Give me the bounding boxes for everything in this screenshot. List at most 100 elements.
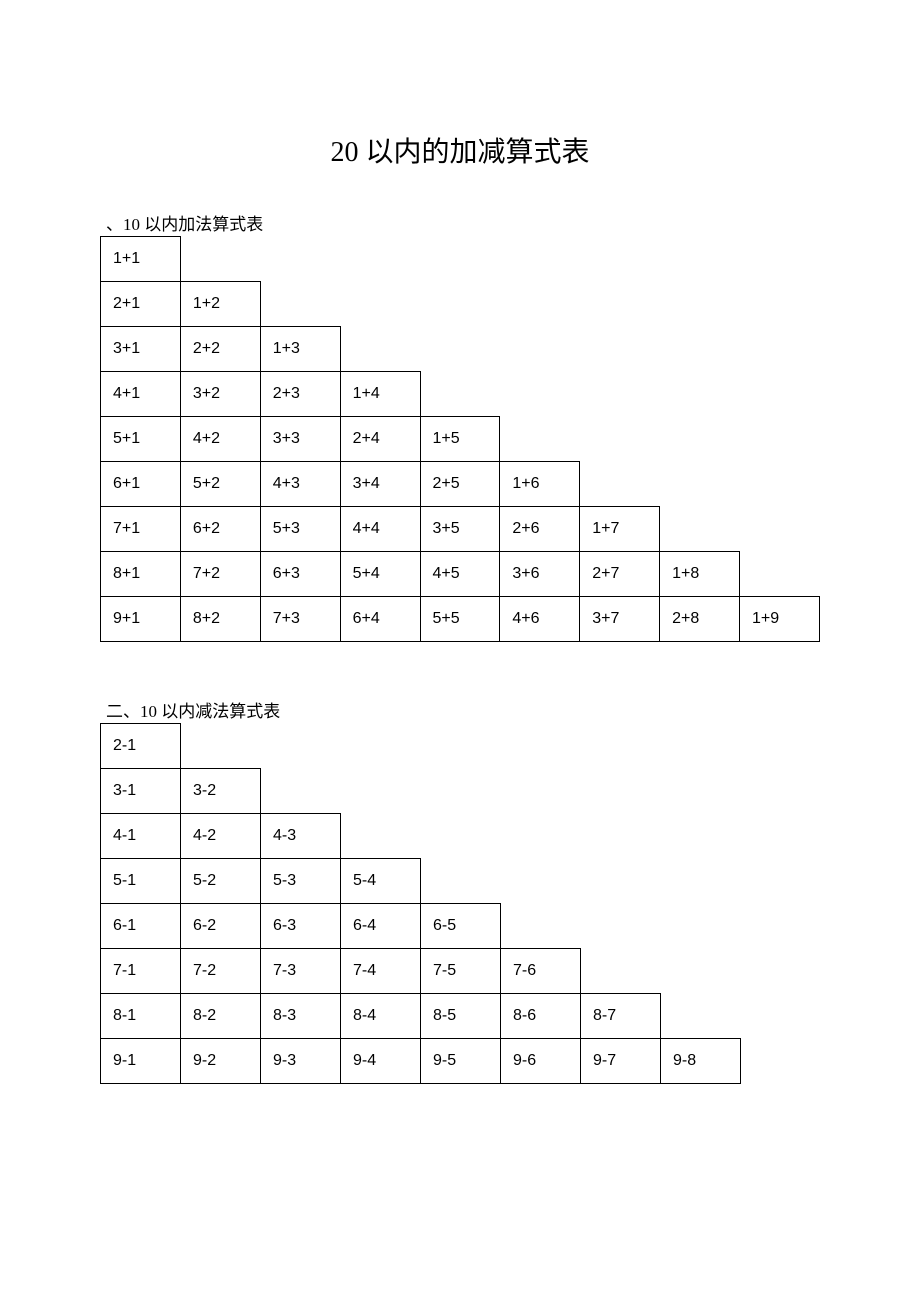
- empty-cell: [420, 237, 500, 282]
- addition-cell: 3+1: [101, 327, 181, 372]
- empty-cell: [661, 859, 741, 904]
- subtraction-cell: 3-1: [101, 769, 181, 814]
- addition-cell: 1+5: [420, 417, 500, 462]
- empty-cell: [500, 237, 580, 282]
- subtraction-cell: 6-1: [101, 904, 181, 949]
- table-row: 9+18+27+36+45+54+63+72+81+9: [101, 597, 820, 642]
- table-row: 6-16-26-36-46-5: [101, 904, 741, 949]
- empty-cell: [420, 372, 500, 417]
- empty-cell: [660, 237, 740, 282]
- subtraction-cell: 7-1: [101, 949, 181, 994]
- addition-cell: 7+3: [260, 597, 340, 642]
- subtraction-cell: 7-2: [181, 949, 261, 994]
- empty-cell: [581, 904, 661, 949]
- addition-cell: 2+3: [260, 372, 340, 417]
- subtraction-heading: 二、10 以内减法算式表: [106, 697, 820, 722]
- table-row: 6+15+24+33+42+51+6: [101, 462, 820, 507]
- table-row: 4-14-24-3: [101, 814, 741, 859]
- addition-cell: 5+1: [101, 417, 181, 462]
- table-row: 1+1: [101, 237, 820, 282]
- subtraction-cell: 8-3: [261, 994, 341, 1039]
- empty-cell: [661, 769, 741, 814]
- subtraction-cell: 4-3: [261, 814, 341, 859]
- subtraction-cell: 7-6: [501, 949, 581, 994]
- empty-cell: [580, 282, 660, 327]
- addition-cell: 2+4: [340, 417, 420, 462]
- addition-cell: 5+4: [340, 552, 420, 597]
- empty-cell: [180, 237, 260, 282]
- empty-cell: [501, 724, 581, 769]
- addition-cell: 4+5: [420, 552, 500, 597]
- empty-cell: [740, 417, 820, 462]
- empty-cell: [341, 769, 421, 814]
- empty-cell: [580, 462, 660, 507]
- empty-cell: [340, 282, 420, 327]
- table-row: 8-18-28-38-48-58-68-7: [101, 994, 741, 1039]
- empty-cell: [580, 417, 660, 462]
- addition-cell: 9+1: [101, 597, 181, 642]
- addition-cell: 1+1: [101, 237, 181, 282]
- addition-cell: 4+3: [260, 462, 340, 507]
- addition-cell: 6+2: [180, 507, 260, 552]
- addition-cell: 1+7: [580, 507, 660, 552]
- empty-cell: [740, 327, 820, 372]
- empty-cell: [661, 994, 741, 1039]
- empty-cell: [580, 327, 660, 372]
- empty-cell: [501, 859, 581, 904]
- subtraction-cell: 8-1: [101, 994, 181, 1039]
- addition-cell: 3+5: [420, 507, 500, 552]
- subtraction-cell: 7-4: [341, 949, 421, 994]
- empty-cell: [740, 552, 820, 597]
- empty-cell: [261, 769, 341, 814]
- empty-cell: [341, 724, 421, 769]
- empty-cell: [500, 417, 580, 462]
- empty-cell: [500, 327, 580, 372]
- subtraction-cell: 9-2: [181, 1039, 261, 1084]
- subtraction-cell: 4-2: [181, 814, 261, 859]
- addition-cell: 1+6: [500, 462, 580, 507]
- empty-cell: [181, 724, 261, 769]
- empty-cell: [740, 507, 820, 552]
- empty-cell: [260, 237, 340, 282]
- empty-cell: [740, 462, 820, 507]
- empty-cell: [420, 327, 500, 372]
- subtraction-cell: 4-1: [101, 814, 181, 859]
- empty-cell: [420, 282, 500, 327]
- empty-cell: [421, 859, 501, 904]
- empty-cell: [740, 372, 820, 417]
- empty-cell: [340, 237, 420, 282]
- addition-cell: 1+8: [660, 552, 740, 597]
- addition-cell: 2+1: [101, 282, 181, 327]
- addition-cell: 4+4: [340, 507, 420, 552]
- subtraction-cell: 3-2: [181, 769, 261, 814]
- empty-cell: [661, 904, 741, 949]
- empty-cell: [581, 814, 661, 859]
- addition-cell: 1+2: [180, 282, 260, 327]
- empty-cell: [581, 859, 661, 904]
- empty-cell: [660, 327, 740, 372]
- empty-cell: [661, 949, 741, 994]
- addition-cell: 7+2: [180, 552, 260, 597]
- subtraction-cell: 7-5: [421, 949, 501, 994]
- subtraction-cell: 8-6: [501, 994, 581, 1039]
- addition-cell: 2+2: [180, 327, 260, 372]
- empty-cell: [340, 327, 420, 372]
- table-row: 2-1: [101, 724, 741, 769]
- addition-cell: 1+4: [340, 372, 420, 417]
- addition-cell: 3+3: [260, 417, 340, 462]
- addition-cell: 8+1: [101, 552, 181, 597]
- subtraction-cell: 5-1: [101, 859, 181, 904]
- addition-cell: 4+2: [180, 417, 260, 462]
- addition-cell: 2+6: [500, 507, 580, 552]
- subtraction-cell: 8-7: [581, 994, 661, 1039]
- subtraction-cell: 6-2: [181, 904, 261, 949]
- empty-cell: [500, 372, 580, 417]
- addition-cell: 3+6: [500, 552, 580, 597]
- empty-cell: [660, 282, 740, 327]
- empty-cell: [660, 462, 740, 507]
- addition-cell: 3+7: [580, 597, 660, 642]
- subtraction-cell: 5-4: [341, 859, 421, 904]
- empty-cell: [421, 814, 501, 859]
- addition-cell: 2+7: [580, 552, 660, 597]
- empty-cell: [501, 769, 581, 814]
